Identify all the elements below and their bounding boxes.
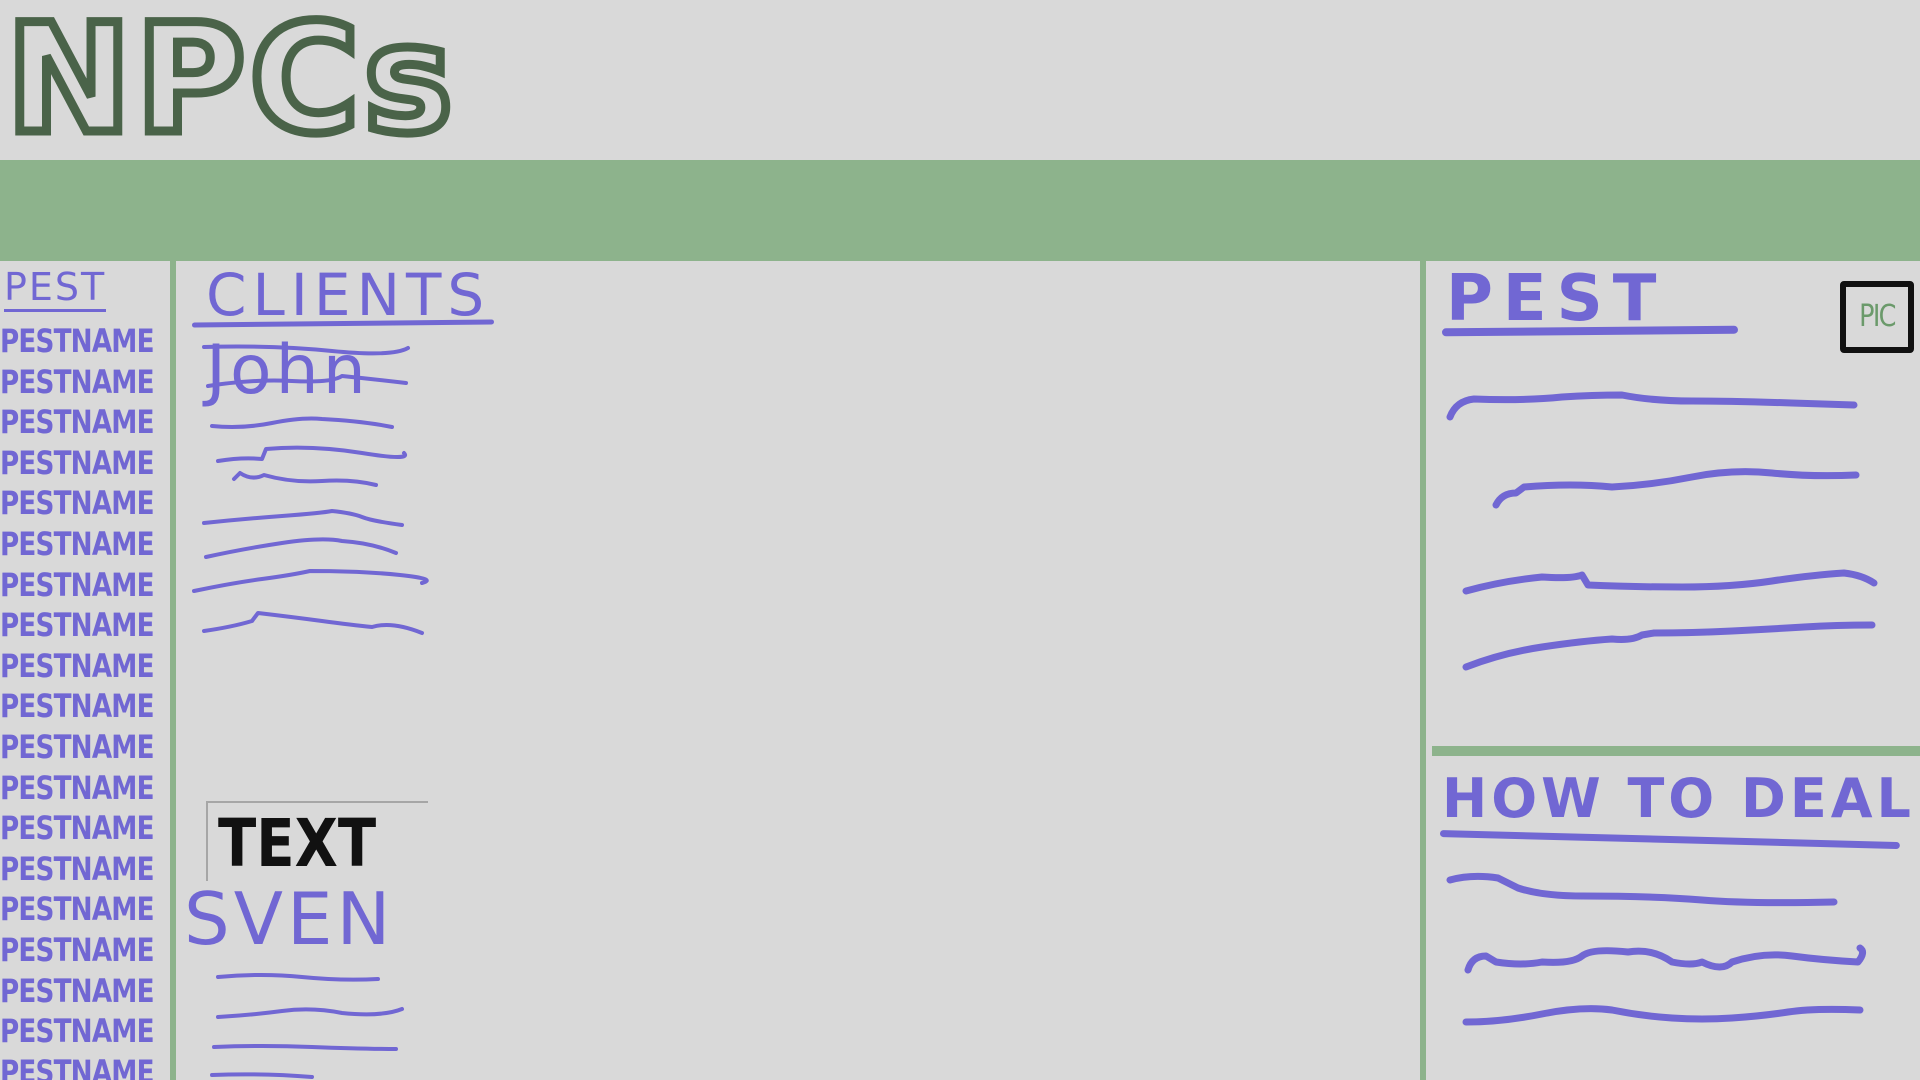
pest-list-item[interactable]: PESTNAME xyxy=(0,483,155,524)
pest-list-item[interactable]: PESTNAME xyxy=(0,768,155,809)
pest-list-item[interactable]: PESTNAME xyxy=(0,402,155,443)
pest-list-item[interactable]: PESTNAME xyxy=(0,849,155,890)
pest-list-item[interactable]: PESTNAME xyxy=(0,1011,155,1052)
how-to-deal-panel: HOW TO DEAL xyxy=(1432,766,1920,1080)
pest-list-item[interactable]: PESTNAME xyxy=(0,930,155,971)
pest-list-item[interactable]: PESTNAME xyxy=(0,565,155,606)
pest-list-item[interactable]: PESTNAME xyxy=(0,524,155,565)
pest-list-item[interactable]: PESTNAME xyxy=(0,605,155,646)
pest-list-item[interactable]: PESTNAME xyxy=(0,808,155,849)
pest-list-item[interactable]: PESTNAME xyxy=(0,1052,155,1080)
nav-bar xyxy=(0,160,1920,261)
client-sven-notes xyxy=(210,973,404,1079)
app-header: NPCs xyxy=(0,0,1920,165)
pest-list-item[interactable]: PESTNAME xyxy=(0,321,155,362)
pest-list-item[interactable]: PESTNAME xyxy=(0,443,155,484)
pest-list-item[interactable]: PESTNAME xyxy=(0,646,155,687)
pest-list-item[interactable]: PESTNAME xyxy=(0,727,155,768)
pest-list-panel: PEST PESTNAME PESTNAME PESTNAME PESTNAME PES… xyxy=(0,261,176,1080)
pest-description-text xyxy=(1446,391,1878,671)
how-to-deal-text xyxy=(1446,872,1867,1026)
pest-list-item[interactable]: PESTNAME xyxy=(0,362,155,403)
clients-panel: CLIENTS John TEXT SVEN xyxy=(182,261,1426,1080)
pest-list-heading: PEST xyxy=(4,265,107,312)
pest-list: PESTNAME PESTNAME PESTNAME PESTNAME PESTNAME… xyxy=(0,321,170,1080)
pest-list-item[interactable]: PESTNAME xyxy=(0,889,155,930)
pest-list-item[interactable]: PESTNAME xyxy=(0,686,155,727)
pest-detail-panel: PEST PIC xyxy=(1432,261,1920,756)
pest-list-item[interactable]: PESTNAME xyxy=(0,971,155,1012)
app-logo[interactable]: NPCs xyxy=(2,0,458,165)
